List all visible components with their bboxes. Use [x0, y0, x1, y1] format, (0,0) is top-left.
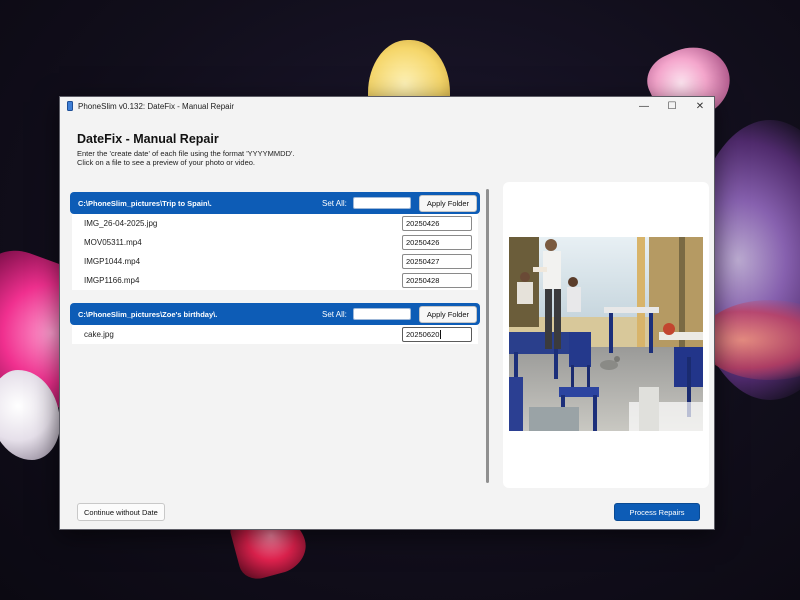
date-value: 20250620: [406, 330, 440, 339]
preview-panel: [503, 182, 709, 488]
phone-app-icon: [67, 101, 73, 111]
date-field[interactable]: 20250428: [402, 273, 472, 288]
window-title: PhoneSlim v0.132: DateFix - Manual Repai…: [78, 101, 235, 111]
preview-photo-image: [509, 237, 703, 431]
file-row[interactable]: MOV05311.mp4 20250426: [72, 233, 478, 252]
instruction-line: Enter the 'create date' of each file usi…: [77, 149, 295, 158]
instruction-line: Click on a file to see a preview of your…: [77, 158, 256, 167]
folder-header: C:\PhoneSlim_pictures\Zoe's birthday\. S…: [70, 303, 480, 325]
folder-group: C:\PhoneSlim_pictures\Zoe's birthday\. S…: [70, 303, 480, 344]
set-all-label: Set All:: [321, 309, 347, 319]
file-list: IMG_26-04-2025.jpg 20250426 MOV05311.mp4…: [72, 214, 478, 290]
file-row[interactable]: IMGP1166.mp4 20250428: [72, 271, 478, 290]
page-title: DateFix - Manual Repair: [77, 132, 219, 146]
folder-group: C:\PhoneSlim_pictures\Trip to Spain\. Se…: [70, 192, 480, 290]
apply-folder-button[interactable]: Apply Folder: [418, 194, 477, 212]
scrollbar-thumb[interactable]: [485, 189, 489, 483]
file-row[interactable]: cake.jpg 20250620: [72, 325, 478, 344]
photo-preview: [509, 237, 703, 431]
maximize-button[interactable]: ☐: [658, 97, 686, 115]
set-all-input[interactable]: [352, 308, 411, 320]
folder-path: C:\PhoneSlim_pictures\Trip to Spain\.: [78, 198, 212, 208]
app-window: PhoneSlim v0.132: DateFix - Manual Repai…: [59, 96, 715, 530]
file-name[interactable]: MOV05311.mp4: [84, 238, 402, 247]
process-repairs-button[interactable]: Process Repairs: [614, 503, 700, 521]
file-name[interactable]: IMGP1166.mp4: [84, 276, 402, 285]
title-bar[interactable]: PhoneSlim v0.132: DateFix - Manual Repai…: [60, 97, 714, 115]
folder-list: C:\PhoneSlim_pictures\Trip to Spain\. Se…: [70, 189, 480, 479]
text-caret: [440, 330, 442, 339]
file-name[interactable]: IMG_26-04-2025.jpg: [84, 219, 402, 228]
close-button[interactable]: ✕: [686, 97, 714, 115]
date-field[interactable]: 20250427: [402, 254, 472, 269]
date-field[interactable]: 20250426: [402, 216, 472, 231]
continue-without-date-button[interactable]: Continue without Date: [77, 503, 165, 521]
set-all-input[interactable]: [352, 197, 411, 209]
date-field[interactable]: 20250620: [402, 327, 472, 342]
date-field[interactable]: 20250426: [402, 235, 472, 250]
file-row[interactable]: IMGP1044.mp4 20250427: [72, 252, 478, 271]
folder-header: C:\PhoneSlim_pictures\Trip to Spain\. Se…: [70, 192, 480, 214]
file-row[interactable]: IMG_26-04-2025.jpg 20250426: [72, 214, 478, 233]
list-scrollbar[interactable]: [484, 189, 490, 483]
file-name[interactable]: IMGP1044.mp4: [84, 257, 402, 266]
set-all-label: Set All:: [321, 198, 347, 208]
folder-path: C:\PhoneSlim_pictures\Zoe's birthday\.: [78, 309, 218, 319]
file-list: cake.jpg 20250620: [72, 325, 478, 344]
apply-folder-button[interactable]: Apply Folder: [418, 305, 477, 323]
file-name[interactable]: cake.jpg: [84, 330, 402, 339]
window-content: DateFix - Manual Repair Enter the 'creat…: [60, 115, 714, 529]
minimize-button[interactable]: —: [630, 97, 658, 115]
